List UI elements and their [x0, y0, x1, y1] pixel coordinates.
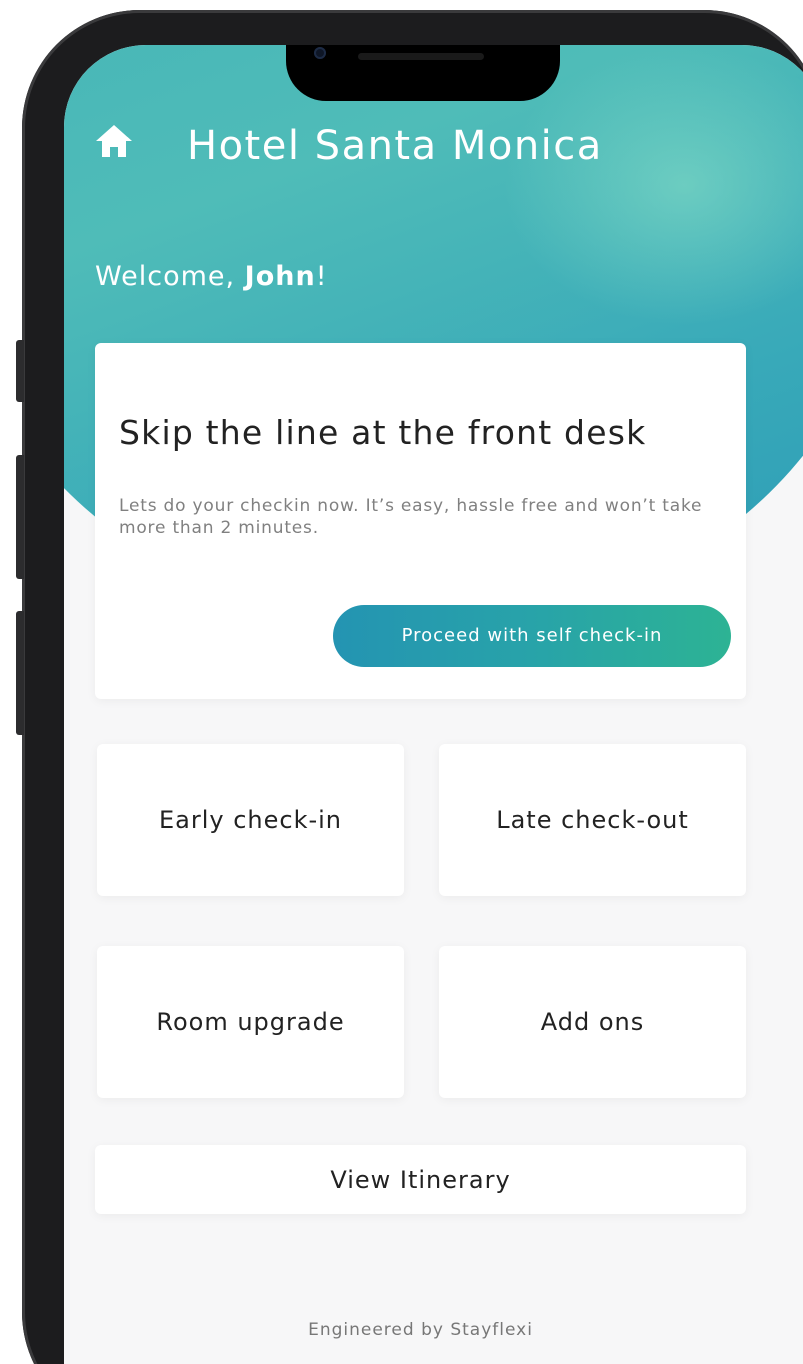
front-camera — [314, 47, 326, 59]
phone-volume-down — [16, 611, 24, 735]
welcome-suffix: ! — [315, 261, 328, 292]
app-header: Hotel Santa Monica — [64, 105, 803, 195]
self-checkin-description: Lets do your checkin now. It’s easy, has… — [119, 496, 703, 538]
home-icon[interactable] — [95, 123, 133, 159]
tile-label: Late check-out — [496, 806, 689, 834]
room-upgrade-tile[interactable]: Room upgrade — [97, 946, 404, 1098]
view-itinerary-button[interactable]: View Itinerary — [95, 1145, 746, 1214]
phone-mute-switch — [16, 340, 24, 402]
app-stage: Hotel Santa Monica Welcome, John! Skip t… — [0, 0, 803, 1364]
early-checkin-tile[interactable]: Early check-in — [97, 744, 404, 896]
welcome-prefix: Welcome, — [95, 261, 245, 292]
earpiece-speaker — [358, 53, 484, 60]
add-ons-tile[interactable]: Add ons — [439, 946, 746, 1098]
late-checkout-tile[interactable]: Late check-out — [439, 744, 746, 896]
itinerary-label: View Itinerary — [330, 1165, 511, 1194]
tile-label: Add ons — [540, 1008, 645, 1036]
phone-notch — [286, 45, 560, 101]
footer-credit: Engineered by Stayflexi — [308, 1320, 533, 1340]
hotel-name: Hotel Santa Monica — [187, 123, 603, 169]
tile-label: Early check-in — [158, 806, 343, 834]
self-checkin-card: Skip the line at the front desk Lets do … — [95, 343, 746, 699]
guest-name: John — [244, 261, 316, 292]
self-checkin-title: Skip the line at the front desk — [119, 413, 647, 452]
welcome-message: Welcome, John! — [95, 261, 328, 292]
phone-volume-up — [16, 455, 24, 579]
tile-label: Room upgrade — [156, 1008, 345, 1036]
proceed-self-checkin-button[interactable]: Proceed with self check-in — [333, 605, 731, 667]
phone-screen: Hotel Santa Monica Welcome, John! Skip t… — [64, 45, 803, 1364]
